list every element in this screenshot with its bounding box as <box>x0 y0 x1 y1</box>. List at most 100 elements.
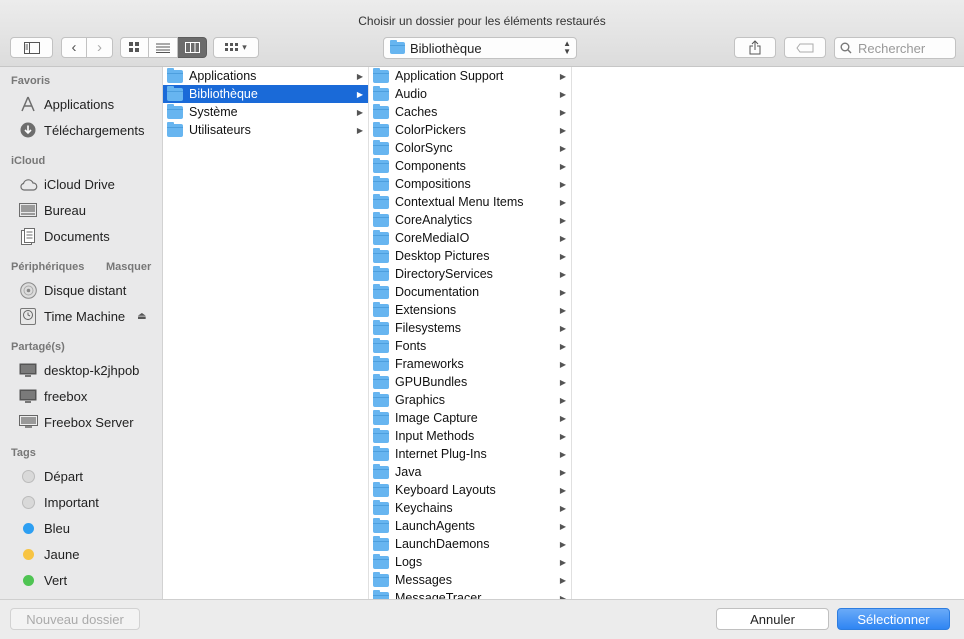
sidebar-tag-important[interactable]: Important <box>18 491 99 513</box>
list-item[interactable]: LaunchDaemons ▶ <box>369 535 571 553</box>
list-item[interactable]: ColorSync ▶ <box>369 139 571 157</box>
list-item-label: Audio <box>395 87 427 101</box>
list-item-label: Documentation <box>395 285 480 299</box>
sidebar-tag-depart[interactable]: Départ <box>18 465 83 487</box>
folder-icon <box>373 391 389 407</box>
sidebar-toggle-button[interactable] <box>10 37 53 58</box>
back-forward-control: ‹ › <box>61 37 113 58</box>
share-button[interactable] <box>734 37 776 58</box>
disclosure-arrow-icon: ▶ <box>559 503 566 513</box>
tag-dot-icon <box>22 574 34 586</box>
folder-icon <box>373 409 389 425</box>
list-item[interactable]: Frameworks ▶ <box>369 355 571 373</box>
folder-icon <box>373 193 389 209</box>
list-item[interactable]: Java ▶ <box>369 463 571 481</box>
tags-button[interactable] <box>784 37 826 58</box>
sidebar-tag-jaune[interactable]: Jaune <box>18 543 79 565</box>
sidebar-item-time-machine[interactable]: Time Machine ⏏ <box>18 305 147 327</box>
disclosure-arrow-icon: ▶ <box>559 251 566 261</box>
sidebar-item-label: desktop-k2jhpob <box>44 362 140 378</box>
list-item[interactable]: Image Capture ▶ <box>369 409 571 427</box>
sidebar-item-freebox[interactable]: freebox <box>18 385 87 407</box>
list-item[interactable]: Caches ▶ <box>369 103 571 121</box>
sidebar-tag-vert[interactable]: Vert <box>18 569 67 591</box>
sidebar-item-label: Bureau <box>44 202 86 218</box>
list-item[interactable]: Extensions ▶ <box>369 301 571 319</box>
folder-icon <box>373 157 389 173</box>
search-field[interactable]: Rechercher <box>834 37 956 59</box>
sidebar-item-label: Bleu <box>44 520 71 536</box>
applications-icon <box>18 95 38 113</box>
search-placeholder: Rechercher <box>858 40 926 56</box>
list-item[interactable]: GPUBundles ▶ <box>369 373 571 391</box>
list-item[interactable]: Keychains ▶ <box>369 499 571 517</box>
sidebar-item-label: Important <box>44 494 99 510</box>
browser-column-empty <box>572 67 964 599</box>
sidebar-item-label: Disque distant <box>44 282 127 298</box>
sidebar-item-desktop-k2jhpob[interactable]: desktop-k2jhpob <box>18 359 139 381</box>
list-item[interactable]: ColorPickers ▶ <box>369 121 571 139</box>
sidebar-item-applications[interactable]: Applications <box>18 93 114 115</box>
sidebar-item-disque-distant[interactable]: Disque distant <box>18 279 126 301</box>
sidebar-item-label: Documents <box>44 228 110 244</box>
list-item[interactable]: DirectoryServices ▶ <box>369 265 571 283</box>
list-view-button[interactable] <box>149 37 178 58</box>
list-item[interactable]: Graphics ▶ <box>369 391 571 409</box>
list-item[interactable]: Documentation ▶ <box>369 283 571 301</box>
disclosure-arrow-icon: ▶ <box>356 125 363 135</box>
new-folder-button[interactable]: Nouveau dossier <box>10 608 140 630</box>
list-item-bibliotheque[interactable]: Bibliothèque ▶ <box>163 85 368 103</box>
back-button[interactable]: ‹ <box>61 37 87 58</box>
select-button[interactable]: Sélectionner <box>837 608 950 630</box>
list-item[interactable]: Audio ▶ <box>369 85 571 103</box>
list-item-utilisateurs[interactable]: Utilisateurs ▶ <box>163 121 368 139</box>
sidebar-item-telechargements[interactable]: Téléchargements <box>18 119 144 141</box>
column-view-button[interactable] <box>178 37 207 58</box>
list-item[interactable]: Input Methods ▶ <box>369 427 571 445</box>
list-item-label: Caches <box>395 105 438 119</box>
list-item-label: Components <box>395 159 466 173</box>
disclosure-arrow-icon: ▶ <box>559 107 566 117</box>
list-item[interactable]: Contextual Menu Items ▶ <box>369 193 571 211</box>
list-item-label: Fonts <box>395 339 427 353</box>
disclosure-arrow-icon: ▶ <box>559 431 566 441</box>
list-item[interactable]: Logs ▶ <box>369 553 571 571</box>
sidebar-item-documents[interactable]: Documents <box>18 225 110 247</box>
list-item[interactable]: Internet Plug-Ins ▶ <box>369 445 571 463</box>
eject-icon[interactable]: ⏏ <box>137 311 146 322</box>
list-item[interactable]: Compositions ▶ <box>369 175 571 193</box>
list-item[interactable]: LaunchAgents ▶ <box>369 517 571 535</box>
cancel-button[interactable]: Annuler <box>716 608 829 630</box>
sidebar-item-icloud-drive[interactable]: iCloud Drive <box>18 173 115 195</box>
list-item-label: Application Support <box>395 69 504 83</box>
path-popup[interactable]: Bibliothèque ▲ ▼ <box>383 37 577 59</box>
list-item-label: Java <box>395 465 422 479</box>
sidebar-item-freebox-server[interactable]: Freebox Server <box>18 411 134 433</box>
forward-button[interactable]: › <box>87 37 113 58</box>
sidebar-item-label: Applications <box>44 96 115 112</box>
list-item-label: Filesystems <box>395 321 461 335</box>
list-item-systeme[interactable]: Système ▶ <box>163 103 368 121</box>
list-item[interactable]: Application Support ▶ <box>369 67 571 85</box>
list-item[interactable]: Messages ▶ <box>369 571 571 589</box>
chevron-right-icon: › <box>97 39 102 56</box>
sidebar-item-bureau[interactable]: Bureau <box>18 199 86 221</box>
group-by-button[interactable]: ▾ <box>213 37 259 58</box>
hide-devices-link[interactable]: Masquer <box>106 261 151 273</box>
icon-view-button[interactable] <box>120 37 149 58</box>
list-item[interactable]: Filesystems ▶ <box>369 319 571 337</box>
sidebar-item-label: Vert <box>44 572 68 588</box>
list-item[interactable]: CoreMediaIO ▶ <box>369 229 571 247</box>
list-item-label: ColorPickers <box>395 123 466 137</box>
chevron-left-icon: ‹ <box>71 39 77 56</box>
list-item-applications[interactable]: Applications ▶ <box>163 67 368 85</box>
list-item[interactable]: CoreAnalytics ▶ <box>369 211 571 229</box>
list-item[interactable]: MessageTracer ▶ <box>369 589 571 599</box>
list-item[interactable]: Desktop Pictures ▶ <box>369 247 571 265</box>
folder-icon <box>373 571 389 587</box>
list-item[interactable]: Keyboard Layouts ▶ <box>369 481 571 499</box>
list-item[interactable]: Fonts ▶ <box>369 337 571 355</box>
sidebar-tag-bleu[interactable]: Bleu <box>18 517 70 539</box>
list-item[interactable]: Components ▶ <box>369 157 571 175</box>
list-item-label: LaunchAgents <box>395 519 475 533</box>
